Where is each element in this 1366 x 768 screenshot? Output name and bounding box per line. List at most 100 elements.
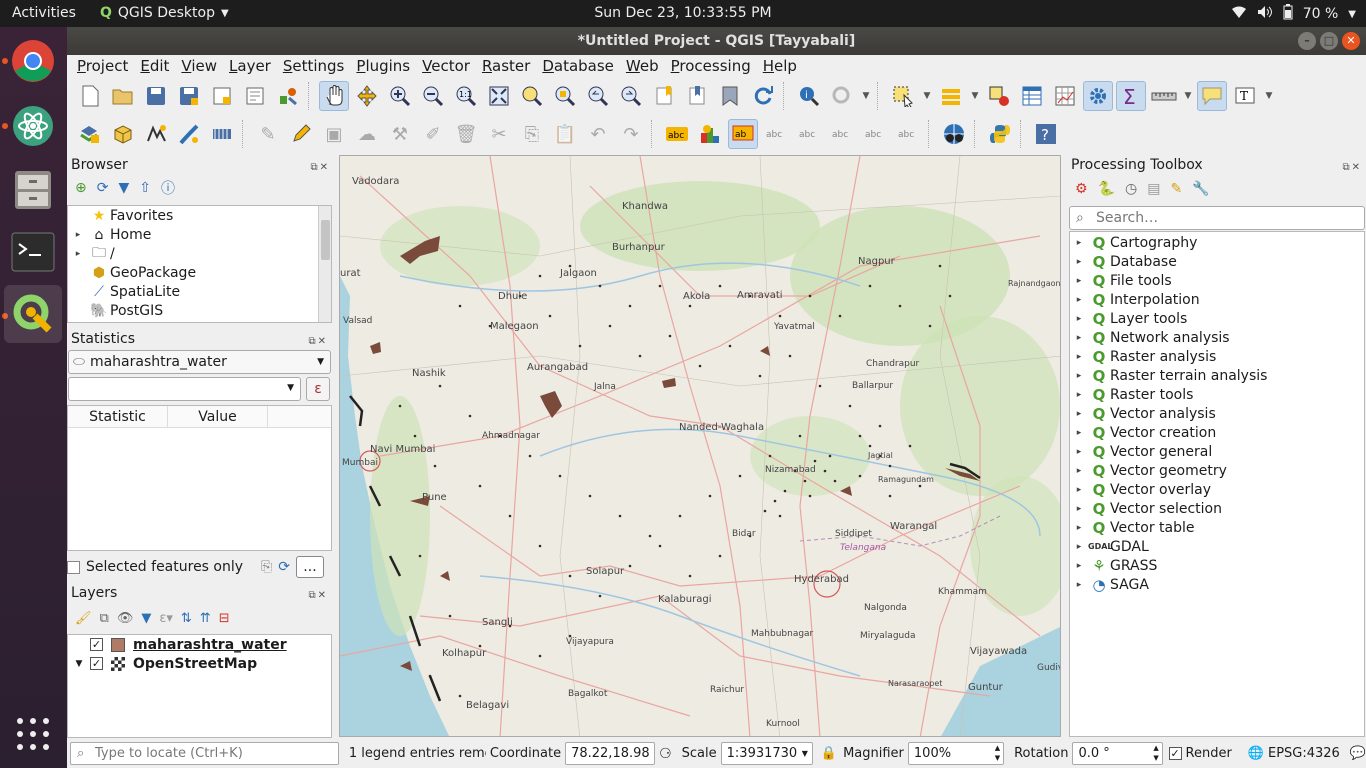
modify-attributes-icon[interactable]: ✐ xyxy=(418,119,448,149)
layer-item-maharashtra-water[interactable]: ✓ maharashtra_water xyxy=(68,635,331,654)
layer-labeling-icon[interactable]: abc xyxy=(662,119,692,149)
zoom-next-icon[interactable] xyxy=(616,81,646,111)
results-viewer-icon[interactable]: ▤ xyxy=(1147,181,1160,197)
open-project-icon[interactable] xyxy=(108,81,138,111)
edit-features-in-place-icon[interactable]: ✎ xyxy=(1170,181,1182,197)
field-calculator-icon[interactable] xyxy=(1050,81,1080,111)
new-virtual-layer-icon[interactable] xyxy=(207,119,237,149)
chrome-launcher[interactable] xyxy=(4,32,62,90)
locator-search-input[interactable]: ⌕ Type to locate (Ctrl+K) xyxy=(70,742,339,765)
crs-icon[interactable]: 🌐 xyxy=(1248,746,1264,761)
browser-item-geopackage[interactable]: ⬢ GeoPackage xyxy=(68,263,331,282)
menu-vector[interactable]: Vector xyxy=(416,57,476,75)
help-icon[interactable]: ? xyxy=(1031,119,1061,149)
zoom-to-layer-icon[interactable] xyxy=(550,81,580,111)
filter-icon[interactable]: ▼ xyxy=(118,180,129,196)
measure-line-icon[interactable] xyxy=(1149,81,1179,111)
column-header-statistic[interactable]: Statistic xyxy=(68,406,168,427)
menu-plugins[interactable]: Plugins xyxy=(350,57,416,75)
copy-icon[interactable]: ⎘ xyxy=(261,559,272,575)
qgis-launcher[interactable] xyxy=(4,285,62,343)
layer-item-openstreetmap[interactable]: ▼ ✓ OpenStreetMap xyxy=(68,654,331,673)
add-layer-icon[interactable]: ⊕ xyxy=(75,180,87,196)
refresh-icon[interactable]: ⟳ xyxy=(278,559,290,575)
map-canvas[interactable]: Vadodara Khandwa Burhanpur Nagpur Jalgao… xyxy=(339,155,1061,737)
layer-diagram-icon[interactable] xyxy=(695,119,725,149)
change-label-icon[interactable]: abc xyxy=(893,119,923,149)
maximize-button[interactable]: □ xyxy=(1320,32,1338,50)
show-bookmarks-icon[interactable] xyxy=(682,81,712,111)
selected-only-checkbox[interactable] xyxy=(67,560,80,574)
new-spatialite-layer-icon[interactable] xyxy=(174,119,204,149)
identify-features-icon[interactable]: i xyxy=(794,81,824,111)
select-by-value-icon[interactable] xyxy=(936,81,966,111)
expand-all-icon[interactable]: ⇅ xyxy=(181,611,192,626)
zoom-native-icon[interactable]: 1:1 xyxy=(451,81,481,111)
new-print-layout-icon[interactable] xyxy=(207,81,237,111)
copy-features-icon[interactable]: ⎘ xyxy=(517,119,547,149)
menu-processing[interactable]: Processing xyxy=(665,57,757,75)
menu-database[interactable]: Database xyxy=(536,57,620,75)
files-launcher[interactable] xyxy=(4,160,62,218)
toolbox-search-input[interactable]: ⌕ Search… xyxy=(1069,206,1365,230)
map-tips-icon[interactable] xyxy=(1197,81,1227,111)
expression-button[interactable]: ε xyxy=(306,377,330,401)
toggle-editing-icon[interactable] xyxy=(286,119,316,149)
new-geopackage-layer-icon[interactable] xyxy=(108,119,138,149)
delete-selected-icon[interactable]: 🗑 xyxy=(451,119,481,149)
panel-float-close-icon[interactable]: ⧉✕ xyxy=(308,332,328,352)
zoom-to-selection-icon[interactable] xyxy=(517,81,547,111)
chevron-down-icon[interactable]: ▼ xyxy=(860,81,872,111)
remove-layer-icon[interactable]: ⊟ xyxy=(219,611,230,626)
menu-web[interactable]: Web xyxy=(620,57,665,75)
scripts-icon[interactable]: 🐍 xyxy=(1098,181,1115,197)
refresh-icon[interactable] xyxy=(748,81,778,111)
minimize-button[interactable]: – xyxy=(1298,32,1316,50)
provider-vector-table[interactable]: ▸ Q Vector table xyxy=(1070,518,1364,537)
save-edits-icon[interactable]: ▣ xyxy=(319,119,349,149)
rotation-spinbox[interactable]: 0.0 ° ▲ ▼ xyxy=(1072,742,1163,765)
layer-styling-icon[interactable]: 🖌 xyxy=(75,611,92,626)
chevron-down-icon[interactable]: ▼ xyxy=(68,659,90,669)
new-bookmark-icon[interactable] xyxy=(649,81,679,111)
chevron-down-icon[interactable]: ▼ xyxy=(1263,81,1275,111)
filter-legend-icon[interactable]: ▼ xyxy=(141,611,151,626)
menu-layer[interactable]: Layer xyxy=(223,57,277,75)
activities-button[interactable]: Activities xyxy=(12,5,76,21)
battery-icon[interactable] xyxy=(1283,4,1293,24)
provider-interpolation[interactable]: ▸ Q Interpolation xyxy=(1070,290,1364,309)
system-menu-icon[interactable]: ▼ xyxy=(1348,9,1356,20)
spatial-bookmarks-icon[interactable] xyxy=(715,81,745,111)
paste-features-icon[interactable]: 📋 xyxy=(550,119,580,149)
collapse-all-icon[interactable]: ⇧ xyxy=(139,180,151,196)
attribute-table-icon[interactable] xyxy=(1017,81,1047,111)
highlight-pinned-labels-icon[interactable]: ab xyxy=(728,119,758,149)
provider-vector-overlay[interactable]: ▸ Q Vector overlay xyxy=(1070,480,1364,499)
text-annotation-icon[interactable]: T xyxy=(1230,81,1260,111)
zoom-in-icon[interactable] xyxy=(385,81,415,111)
provider-database[interactable]: ▸ Q Database xyxy=(1070,252,1364,271)
provider-vector-selection[interactable]: ▸ Q Vector selection xyxy=(1070,499,1364,518)
scale-combobox[interactable]: 1:3931730 ▼ xyxy=(720,742,813,765)
menu-raster[interactable]: Raster xyxy=(476,57,536,75)
toggle-extents-icon[interactable]: ⚆ xyxy=(659,746,672,762)
more-button[interactable]: ... xyxy=(295,556,324,578)
provider-vector-geometry[interactable]: ▸ Q Vector geometry xyxy=(1070,461,1364,480)
chevron-down-icon[interactable]: ▼ xyxy=(921,81,933,111)
browser-item-favorites[interactable]: ★ Favorites xyxy=(68,206,331,225)
provider-file-tools[interactable]: ▸ Q File tools xyxy=(1070,271,1364,290)
add-feature-icon[interactable]: ☁ xyxy=(352,119,382,149)
new-shapefile-layer-icon[interactable] xyxy=(141,119,171,149)
volume-icon[interactable] xyxy=(1257,5,1273,23)
layout-manager-icon[interactable] xyxy=(240,81,270,111)
rotate-label-icon[interactable]: abc xyxy=(860,119,890,149)
menu-edit[interactable]: Edit xyxy=(134,57,175,75)
close-button[interactable]: ✕ xyxy=(1342,32,1360,50)
provider-raster-analysis[interactable]: ▸ Q Raster analysis xyxy=(1070,347,1364,366)
render-checkbox[interactable]: ✓ xyxy=(1168,747,1182,760)
filter-by-expression-icon[interactable]: ε▾ xyxy=(159,611,173,626)
redo-icon[interactable]: ↷ xyxy=(616,119,646,149)
messages-icon[interactable]: 💬 xyxy=(1350,746,1366,761)
column-header-value[interactable]: Value xyxy=(168,406,268,427)
app-menu[interactable]: Q QGIS Desktop ▼ xyxy=(100,5,229,21)
